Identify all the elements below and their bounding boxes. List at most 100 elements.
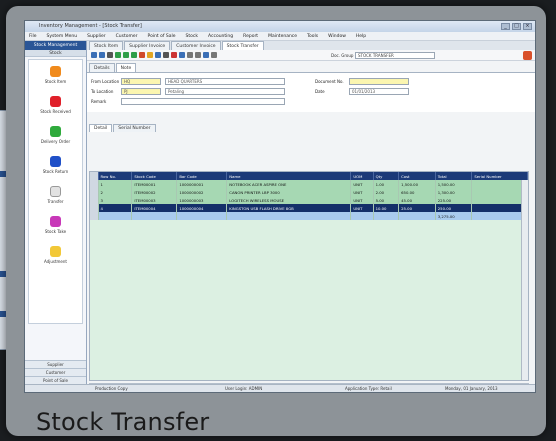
menu-file[interactable]: File: [29, 32, 37, 40]
table-cell[interactable]: 25.00: [398, 204, 436, 212]
table-cell[interactable]: ITEM00002: [131, 188, 178, 196]
grid-scrollbar[interactable]: [521, 180, 528, 380]
menu-maintenance[interactable]: Maintenance: [268, 32, 297, 40]
close-form-icon[interactable]: [523, 51, 532, 60]
tab-customer-invoice[interactable]: Customer Invoice: [171, 41, 221, 50]
sidebar-nav-pos[interactable]: Point of Sale: [25, 376, 86, 384]
row-header-cell[interactable]: [90, 188, 99, 196]
sidebar-item-stock-take[interactable]: Stock Take: [29, 210, 82, 240]
table-row[interactable]: 3 ITEM00003 1000000003 LOGITECH WIRELESS…: [90, 196, 528, 204]
tab-detail[interactable]: Detail: [89, 124, 113, 132]
tab-details[interactable]: Details: [89, 63, 115, 72]
menu-pos[interactable]: Point of Sale: [148, 32, 176, 40]
previous-record-icon[interactable]: [99, 52, 105, 58]
save-icon[interactable]: [131, 52, 137, 58]
table-cell[interactable]: 1000000004: [176, 204, 228, 212]
table-row[interactable]: 4 ITEM00004 1000000004 KINGSTON USB FLAS…: [90, 204, 528, 212]
table-cell[interactable]: KINGSTON USB FLASH DRIVE 8GB: [226, 204, 352, 212]
first-record-icon[interactable]: [91, 52, 97, 58]
remark-input[interactable]: [121, 98, 285, 105]
menu-window[interactable]: Window: [328, 32, 346, 40]
maximize-button[interactable]: □: [512, 23, 521, 30]
table-cell[interactable]: [471, 180, 528, 188]
sidebar-item-stock-return[interactable]: Stock Return: [29, 150, 82, 180]
table-cell[interactable]: [471, 188, 528, 196]
sidebar-item-delivery-order[interactable]: Delivery Order: [29, 120, 82, 150]
date-input[interactable]: 01/01/2013: [349, 88, 409, 95]
table-cell[interactable]: 225.00: [435, 196, 473, 204]
refresh-icon[interactable]: [203, 52, 209, 58]
tab-stock-transfer[interactable]: Stock Transfer: [221, 41, 264, 50]
table-cell[interactable]: UNIT: [350, 196, 374, 204]
table-cell[interactable]: [471, 196, 528, 204]
table-cell[interactable]: [398, 212, 436, 220]
column-header[interactable]: Bar Code: [176, 172, 228, 180]
table-cell[interactable]: 1000000001: [176, 180, 228, 188]
table-row[interactable]: 1 ITEM00001 1000000001 NOTEBOOK ACER ASP…: [90, 180, 528, 188]
table-cell[interactable]: ITEM00004: [131, 204, 178, 212]
column-header[interactable]: Serial Number: [471, 172, 528, 180]
table-cell[interactable]: 1,300.00: [435, 188, 473, 196]
table-cell[interactable]: [226, 212, 352, 220]
column-header[interactable]: UOM: [350, 172, 374, 180]
column-header[interactable]: Cost: [398, 172, 436, 180]
menu-report[interactable]: Report: [243, 32, 258, 40]
document-no-input[interactable]: [349, 78, 409, 85]
table-cell[interactable]: 3: [98, 196, 133, 204]
table-cell[interactable]: LOGITECH WIRELESS MOUSE: [226, 196, 352, 204]
row-header-cell[interactable]: [90, 180, 99, 188]
table-cell[interactable]: UNIT: [350, 180, 374, 188]
table-cell[interactable]: [131, 212, 178, 220]
tab-supplier-invoice[interactable]: Supplier Invoice: [124, 41, 171, 50]
print-icon[interactable]: [163, 52, 169, 58]
table-cell[interactable]: [471, 204, 528, 212]
table-cell[interactable]: [176, 212, 228, 220]
menu-customer[interactable]: Customer: [116, 32, 138, 40]
row-header-cell[interactable]: [90, 204, 99, 212]
table-cell[interactable]: 1.00: [373, 180, 400, 188]
table-cell[interactable]: [98, 212, 133, 220]
tab-note[interactable]: Note: [115, 63, 137, 72]
help-icon[interactable]: [211, 52, 217, 58]
sidebar-item-adjustment[interactable]: Adjustment: [29, 240, 82, 270]
column-header[interactable]: Row No.: [98, 172, 133, 180]
menu-system[interactable]: System Menu: [47, 32, 78, 40]
menu-stock[interactable]: Stock: [186, 32, 198, 40]
table-cell[interactable]: 1000000002: [176, 188, 228, 196]
table-cell[interactable]: [350, 212, 374, 220]
table-row[interactable]: 2 ITEM00002 1000000002 CANON PRINTER LBP…: [90, 188, 528, 196]
from-location-input[interactable]: HQ: [121, 78, 161, 85]
table-cell[interactable]: 4: [98, 204, 133, 212]
preview-icon[interactable]: [171, 52, 177, 58]
table-cell[interactable]: 250.00: [435, 204, 473, 212]
table-cell[interactable]: 1: [98, 180, 133, 188]
row-header-cell[interactable]: [90, 196, 99, 204]
table-cell[interactable]: 1,500.00: [398, 180, 436, 188]
menu-help[interactable]: Help: [356, 32, 366, 40]
table-cell[interactable]: 10.00: [373, 204, 400, 212]
sidebar-item-stock-received[interactable]: Stock Received: [29, 90, 82, 120]
table-cell[interactable]: 2: [98, 188, 133, 196]
table-cell[interactable]: 2.00: [373, 188, 400, 196]
edit-icon[interactable]: [123, 52, 129, 58]
table-cell[interactable]: ITEM00001: [131, 180, 178, 188]
column-header[interactable]: Name: [226, 172, 352, 180]
table-cell[interactable]: 5.00: [373, 196, 400, 204]
copy-icon[interactable]: [179, 52, 185, 58]
sidebar-item-stock-item[interactable]: Stock Item: [29, 60, 82, 90]
undo-icon[interactable]: [147, 52, 153, 58]
table-cell[interactable]: CANON PRINTER LBP 3000: [226, 188, 352, 196]
column-header[interactable]: Total: [435, 172, 473, 180]
search-icon[interactable]: [155, 52, 161, 58]
table-cell[interactable]: [471, 212, 528, 220]
menu-accounting[interactable]: Accounting: [208, 32, 233, 40]
table-cell[interactable]: ITEM00003: [131, 196, 178, 204]
attach-icon[interactable]: [187, 52, 193, 58]
table-cell[interactable]: 1000000003: [176, 196, 228, 204]
tab-stock-item[interactable]: Stock Item: [89, 41, 124, 50]
row-header-cell[interactable]: [90, 212, 99, 220]
sidebar-item-transfer[interactable]: Transfer: [29, 180, 82, 210]
table-cell[interactable]: 1,500.00: [435, 180, 473, 188]
next-record-icon[interactable]: [107, 52, 113, 58]
menu-tools[interactable]: Tools: [307, 32, 318, 40]
